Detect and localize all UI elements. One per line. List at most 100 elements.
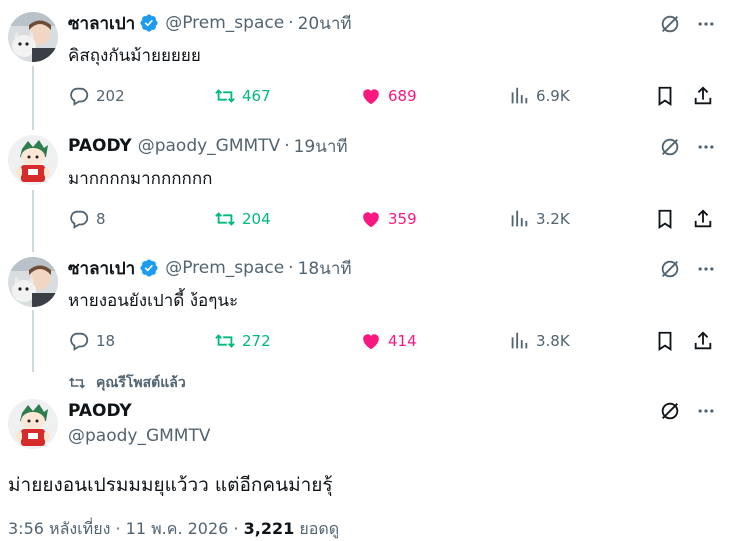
reply-count: 202 [96, 87, 125, 105]
reply-icon [70, 332, 89, 351]
heart-filled-icon [363, 212, 379, 228]
retweet-button[interactable]: 467 [214, 82, 271, 110]
views-button[interactable]: 3.2K [508, 205, 570, 233]
heart-filled-icon [363, 334, 379, 350]
main-view-count: 3,221 [243, 519, 295, 538]
user-handle[interactable]: @Prem_space [165, 13, 284, 33]
main-tweet-date[interactable]: 11 พ.ค. 2026 [126, 519, 229, 538]
share-icon [694, 331, 712, 350]
display-name[interactable]: ซาลาเปา [68, 10, 135, 37]
analytics-icon [511, 87, 528, 104]
more-options-icon[interactable] [694, 135, 718, 159]
tweet-header-icons [658, 12, 718, 36]
avatar[interactable] [8, 257, 58, 307]
analytics-icon [511, 210, 528, 227]
tweet-actions: 202 467 689 6.9K [68, 82, 718, 110]
verified-badge-icon [139, 13, 159, 33]
more-options-icon[interactable] [694, 399, 718, 423]
retweet-count: 272 [242, 332, 271, 350]
tweet-header-icons [658, 257, 718, 281]
analytics-icon [511, 332, 528, 349]
user-handle[interactable]: @Prem_space [165, 258, 284, 278]
more-options-icon[interactable] [694, 257, 718, 281]
views-button[interactable]: 6.9K [508, 82, 570, 110]
view-count: 3.8K [536, 332, 570, 350]
main-avatar[interactable] [8, 399, 58, 449]
avatar[interactable] [8, 135, 58, 185]
share-button[interactable] [692, 82, 714, 110]
bookmark-icon [658, 86, 672, 106]
retweet-icon [215, 212, 235, 226]
display-name[interactable]: ซาลาเปา [68, 255, 135, 282]
repost-label: คุณรีโพสต์แล้ว [96, 375, 186, 391]
bookmark-button[interactable] [654, 327, 676, 355]
tweet-actions: 8 204 359 3.2K [68, 205, 718, 233]
bookmark-button[interactable] [654, 82, 676, 110]
tweet-actions: 18 272 414 3.8K [68, 327, 718, 355]
tweet-time[interactable]: 18นาที [298, 255, 352, 282]
bookmark-button[interactable] [654, 205, 676, 233]
retweet-icon [215, 334, 235, 348]
main-tweet-time[interactable]: 3:56 หลังเที่ยง [8, 519, 110, 538]
main-tweet-text: ม่ายยงอนเปรมมมยุแว้วว แต่อีกคนม่ายรุ้ [8, 474, 333, 496]
heart-filled-icon [363, 89, 379, 105]
tweet[interactable]: ซาลาเปา @Prem_space · 20นาที คิสถุงกันม้… [0, 12, 732, 112]
main-user-handle[interactable]: @paody_GMMTV [68, 426, 210, 446]
reply-count: 18 [96, 332, 116, 350]
main-display-name[interactable]: PAODY [68, 401, 132, 421]
retweet-count: 467 [242, 87, 271, 105]
view-count: 6.9K [536, 87, 570, 105]
reply-button[interactable]: 8 [68, 205, 106, 233]
like-count: 689 [388, 87, 417, 105]
tweet[interactable]: PAODY @paody_GMMTV · 19นาที มากกกกมากกกก… [0, 135, 732, 235]
grok-icon[interactable] [658, 257, 682, 281]
share-button[interactable] [692, 205, 714, 233]
verified-badge-icon [139, 258, 159, 278]
separator-dot: · [284, 136, 290, 156]
tweet-time[interactable]: 19นาที [294, 133, 348, 160]
reply-icon [70, 210, 89, 229]
share-button[interactable] [692, 327, 714, 355]
like-button[interactable]: 689 [360, 82, 417, 110]
avatar[interactable] [8, 12, 58, 62]
reply-icon [70, 87, 89, 106]
tweet-header: ซาลาเปา @Prem_space · 18นาที [68, 257, 352, 279]
like-button[interactable]: 359 [360, 205, 417, 233]
retweet-icon [215, 89, 235, 103]
user-handle[interactable]: @paody_GMMTV [138, 136, 280, 156]
tweet-text: หายงอนยังเปาดี้ ง้อๆนะ [68, 291, 239, 311]
retweet-button[interactable]: 204 [214, 205, 271, 233]
main-header-icons [658, 399, 718, 423]
main-view-label: ยอดดู [299, 519, 340, 538]
grok-icon[interactable] [658, 12, 682, 36]
share-icon [694, 86, 712, 105]
separator-dot: · [288, 258, 294, 278]
separator-dot: · [288, 13, 294, 33]
like-count: 414 [388, 332, 417, 350]
retweet-button[interactable]: 272 [214, 327, 271, 355]
reply-button[interactable]: 18 [68, 327, 115, 355]
tweet-time[interactable]: 20นาที [298, 10, 352, 37]
tweet[interactable]: ซาลาเปา @Prem_space · 18นาที หายงอนยังเป… [0, 257, 732, 357]
bookmark-icon [658, 331, 672, 351]
repost-indicator: คุณรีโพสต์แล้ว [68, 372, 186, 394]
like-count: 359 [388, 210, 417, 228]
separator-dot: · [115, 519, 121, 538]
tweet-text: มากกกกมากกกกกก [68, 169, 213, 189]
like-button[interactable]: 414 [360, 327, 417, 355]
view-count: 3.2K [536, 210, 570, 228]
tweet-header: ซาลาเปา @Prem_space · 20นาที [68, 12, 352, 34]
more-options-icon[interactable] [694, 12, 718, 36]
separator-dot: · [233, 519, 239, 538]
tweet-text: คิสถุงกันม้ายยยยย [68, 46, 201, 66]
grok-icon[interactable] [658, 135, 682, 159]
main-tweet-meta: 3:56 หลังเที่ยง · 11 พ.ค. 2026 · 3,221 ย… [8, 517, 339, 541]
reply-count: 8 [96, 210, 106, 228]
reply-button[interactable]: 202 [68, 82, 125, 110]
share-icon [694, 209, 712, 228]
tweet-header: PAODY @paody_GMMTV · 19นาที [68, 135, 348, 157]
retweet-icon [68, 377, 86, 389]
grok-icon[interactable] [658, 399, 682, 423]
display-name[interactable]: PAODY [68, 136, 132, 156]
views-button[interactable]: 3.8K [508, 327, 570, 355]
